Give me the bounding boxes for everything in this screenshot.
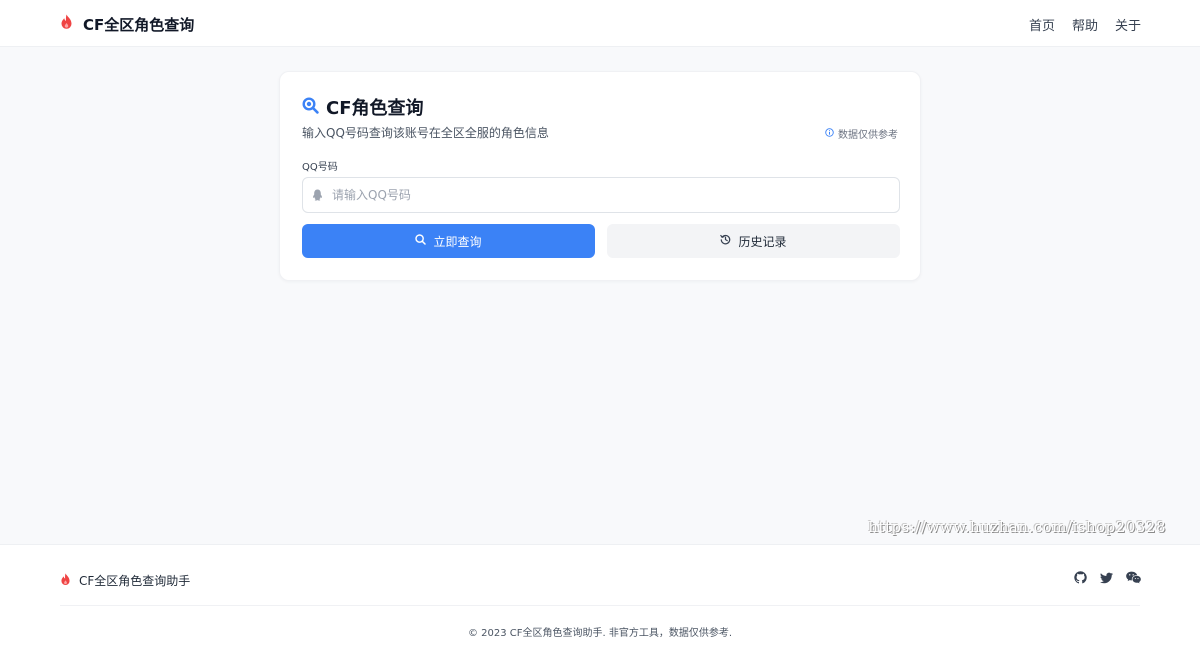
- nav-about-link[interactable]: 关于: [1115, 15, 1141, 34]
- nav-home-link[interactable]: 首页: [1029, 15, 1055, 34]
- footer-brand-name: CF全区角色查询助手: [79, 574, 191, 588]
- fire-icon: [60, 571, 71, 590]
- query-card: CF角色查询 输入QQ号码查询该账号在全区全服的角色信息 数据仅供参考 QQ号码: [279, 71, 921, 281]
- page-footer: CF全区角色查询助手 © 2023 CF全区角色查询助手. 非官方工具，数据仅供…: [0, 544, 1200, 660]
- qq-input[interactable]: [332, 188, 872, 202]
- qq-input-wrapper: [302, 177, 900, 213]
- main-nav: 首页 帮助 关于: [1029, 15, 1141, 34]
- history-icon: [720, 234, 731, 248]
- top-header: CF全区角色查询 首页 帮助 关于: [0, 0, 1200, 47]
- watermark-url: https://www.huzhan.com/ishop20328: [868, 518, 1166, 536]
- history-button-label: 历史记录: [738, 234, 787, 249]
- info-circle-icon: [825, 127, 834, 140]
- card-title: CF角色查询: [302, 94, 424, 120]
- fire-icon: [60, 14, 73, 34]
- footer-brand: CF全区角色查询助手: [60, 571, 190, 590]
- search-button-label: 立即查询: [433, 234, 482, 249]
- twitter-icon[interactable]: [1100, 572, 1113, 584]
- search-icon: [415, 234, 427, 248]
- brand-title: CF全区角色查询: [83, 15, 195, 34]
- brand-logo[interactable]: CF全区角色查询: [60, 14, 194, 34]
- card-subtitle: 输入QQ号码查询该账号在全区全服的角色信息: [302, 126, 549, 140]
- data-reference-note: 数据仅供参考: [825, 126, 898, 141]
- qq-penguin-icon: [312, 189, 323, 201]
- footer-copyright: © 2023 CF全区角色查询助手. 非官方工具，数据仅供参考.: [467, 628, 733, 639]
- card-title-text: CF角色查询: [326, 98, 424, 119]
- history-button[interactable]: 历史记录: [607, 224, 900, 258]
- nav-help-link[interactable]: 帮助: [1072, 15, 1098, 34]
- wechat-icon[interactable]: [1126, 571, 1141, 584]
- search-button[interactable]: 立即查询: [302, 224, 595, 258]
- search-magnify-icon: [302, 96, 319, 118]
- footer-social-links: [1074, 571, 1141, 584]
- github-icon[interactable]: [1074, 571, 1087, 584]
- qq-field-label: QQ号码: [302, 162, 338, 173]
- data-reference-note-text: 数据仅供参考: [838, 130, 898, 141]
- footer-divider: [60, 605, 1140, 606]
